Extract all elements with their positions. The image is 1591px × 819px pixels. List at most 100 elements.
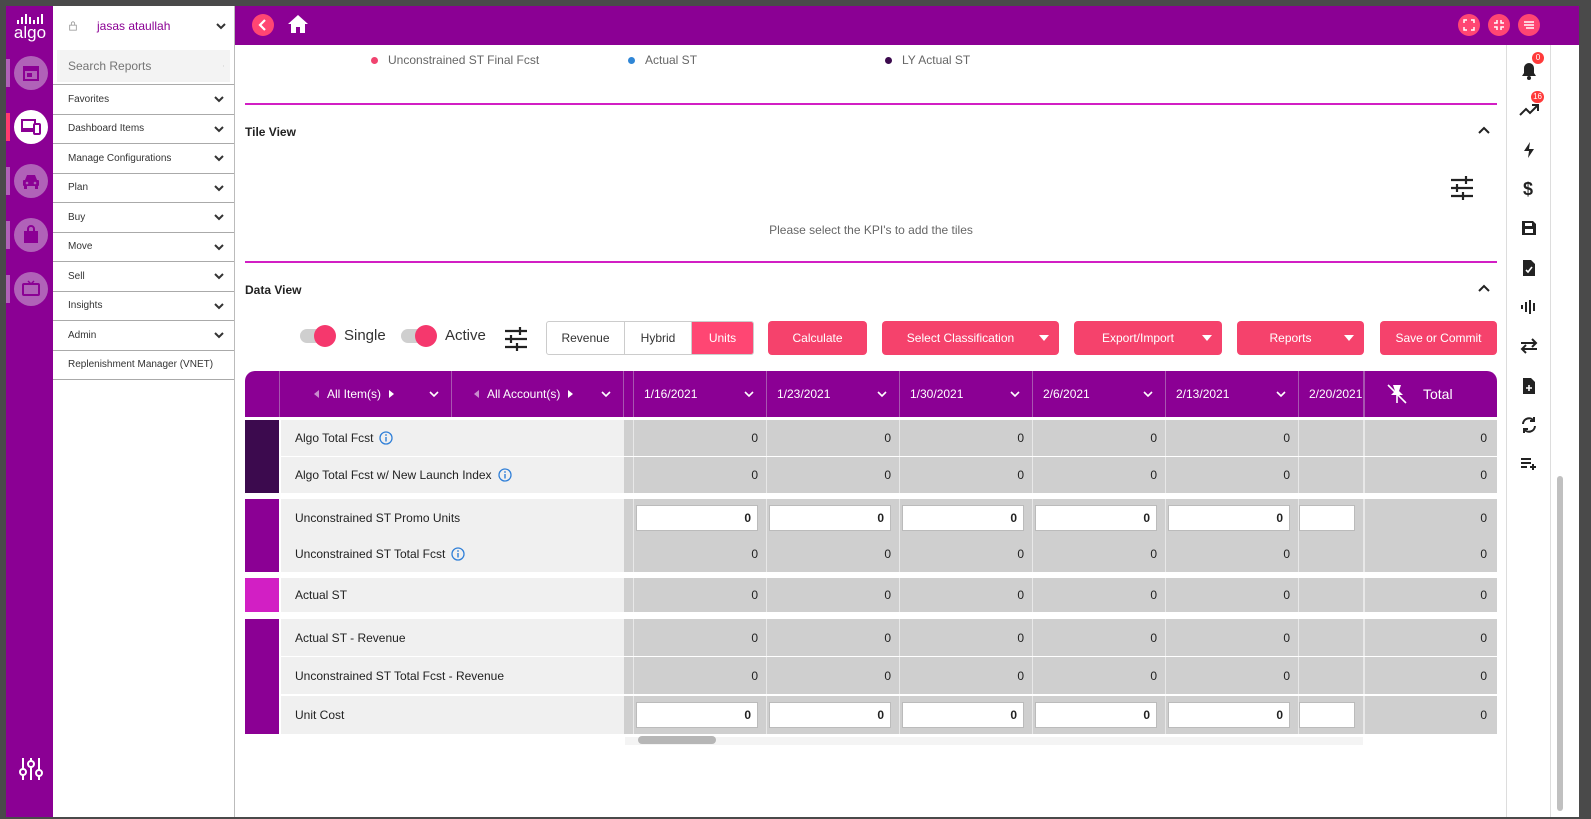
sidebar-item-manage-configurations[interactable]: Manage Configurations	[53, 144, 234, 174]
active-toggle[interactable]: Active	[401, 324, 486, 347]
menu-button[interactable]	[1518, 14, 1540, 36]
value-input[interactable]: 0	[769, 505, 891, 531]
search-icon[interactable]	[223, 57, 224, 75]
chevron-down-icon[interactable]	[429, 390, 439, 398]
document-check-button[interactable]	[1516, 255, 1542, 281]
transfer-button[interactable]	[1516, 333, 1542, 359]
horizontal-scroll-track[interactable]	[625, 737, 1363, 745]
value-input[interactable]: 0	[902, 505, 1024, 531]
add-document-button[interactable]	[1516, 373, 1542, 399]
rail-devices-button[interactable]	[14, 110, 48, 144]
account-dimension-header[interactable]: All Account(s)	[452, 371, 624, 417]
settings-sliders-icon[interactable]	[18, 756, 44, 782]
info-icon[interactable]	[451, 547, 465, 561]
select-classification-button[interactable]: Select Classification	[882, 321, 1059, 355]
horizontal-scroll-thumb[interactable]	[638, 736, 716, 744]
vertical-scroll-thumb[interactable]	[1557, 476, 1563, 811]
tab-hybrid[interactable]: Hybrid	[625, 322, 692, 354]
sidebar-item-admin[interactable]: Admin	[53, 321, 234, 351]
sidebar-item-favorites[interactable]: Favorites	[53, 85, 234, 115]
audio-button[interactable]	[1516, 294, 1542, 320]
editable-value-cell[interactable]: 0	[634, 499, 767, 537]
chevron-down-icon[interactable]	[1143, 390, 1153, 398]
value-input[interactable]: 0	[902, 702, 1024, 728]
info-icon[interactable]	[497, 468, 512, 482]
sidebar-item-insights[interactable]: Insights	[53, 292, 234, 321]
tab-revenue[interactable]: Revenue	[547, 322, 625, 354]
single-toggle[interactable]: Single	[300, 324, 386, 347]
editable-value-cell[interactable]: 0	[634, 696, 767, 734]
save-commit-button[interactable]: Save or Commit	[1380, 321, 1497, 355]
chevron-up-icon[interactable]	[1477, 283, 1491, 293]
sidebar-item-buy[interactable]: Buy	[53, 203, 234, 233]
sidebar-item-move[interactable]: Move	[53, 233, 234, 262]
sidebar-item-plan[interactable]: Plan	[53, 174, 234, 203]
editable-value-cell[interactable]: 0	[1033, 696, 1166, 734]
value-input[interactable]: 0	[769, 702, 891, 728]
date-column-header[interactable]: 1/16/2021	[634, 371, 767, 417]
editable-value-cell[interactable]: 0	[767, 499, 900, 537]
collapse-button[interactable]	[1488, 14, 1510, 36]
value-input[interactable]	[1299, 702, 1355, 728]
editable-value-cell[interactable]: 0	[1166, 696, 1299, 734]
value-input[interactable]: 0	[1168, 505, 1290, 531]
rail-store-button[interactable]	[14, 56, 48, 90]
calculate-button[interactable]: Calculate	[768, 321, 867, 355]
prev-arrow-icon[interactable]	[314, 390, 319, 398]
chevron-down-icon[interactable]	[1010, 390, 1020, 398]
sidebar-item-dashboard-items[interactable]: Dashboard Items	[53, 115, 234, 144]
info-icon[interactable]	[379, 431, 394, 445]
pricing-button[interactable]: $	[1516, 176, 1542, 202]
search-input[interactable]	[68, 59, 223, 73]
value-input[interactable]: 0	[636, 505, 758, 531]
next-arrow-icon[interactable]	[389, 390, 394, 398]
playlist-add-button[interactable]	[1516, 451, 1542, 477]
value-input[interactable]: 0	[636, 702, 758, 728]
algo-logo[interactable]: algo	[10, 14, 50, 41]
tune-settings-icon[interactable]	[1449, 175, 1475, 201]
value-input[interactable]: 0	[1168, 702, 1290, 728]
editable-value-cell[interactable]	[1299, 499, 1364, 537]
date-column-header[interactable]: 1/30/2021	[900, 371, 1033, 417]
editable-value-cell[interactable]: 0	[900, 696, 1033, 734]
date-column-header[interactable]: 2/20/2021	[1299, 371, 1364, 417]
date-column-header[interactable]: 2/6/2021	[1033, 371, 1166, 417]
expand-button[interactable]	[1458, 14, 1480, 36]
value-input[interactable]: 0	[1035, 505, 1157, 531]
rail-car-button[interactable]	[14, 164, 48, 198]
chevron-down-icon[interactable]	[601, 390, 611, 398]
date-column-header[interactable]: 1/23/2021	[767, 371, 900, 417]
item-dimension-header[interactable]: All Item(s)	[280, 371, 452, 417]
save-document-button[interactable]	[1516, 215, 1542, 241]
sync-button[interactable]	[1516, 412, 1542, 438]
date-column-header[interactable]: 2/13/2021	[1166, 371, 1299, 417]
trends-button[interactable]: 16	[1516, 91, 1544, 123]
back-button[interactable]	[252, 14, 274, 36]
tab-units[interactable]: Units	[692, 322, 753, 354]
editable-value-cell[interactable]: 0	[1033, 499, 1166, 537]
value-input[interactable]: 0	[1035, 702, 1157, 728]
notifications-button[interactable]: 0	[1516, 52, 1544, 84]
sidebar-item-sell[interactable]: Sell	[53, 262, 234, 292]
user-menu[interactable]: jasas ataullah	[53, 6, 234, 46]
editable-value-cell[interactable]: 0	[767, 696, 900, 734]
prev-arrow-icon[interactable]	[474, 390, 479, 398]
rail-bag-button[interactable]	[14, 218, 48, 252]
chevron-up-icon[interactable]	[1477, 125, 1491, 135]
editable-value-cell[interactable]	[1299, 696, 1364, 734]
sidebar-item-replenishment-manager[interactable]: Replenishment Manager (VNET)	[53, 351, 234, 380]
total-header[interactable]: Total	[1364, 371, 1497, 417]
chevron-down-icon[interactable]	[877, 390, 887, 398]
quick-action-button[interactable]	[1516, 137, 1542, 163]
export-import-button[interactable]: Export/Import	[1074, 321, 1222, 355]
pin-off-icon[interactable]	[1385, 382, 1409, 406]
chevron-down-icon[interactable]	[1276, 390, 1286, 398]
rail-tv-button[interactable]	[14, 272, 48, 306]
value-input[interactable]	[1299, 505, 1355, 531]
reports-button[interactable]: Reports	[1237, 321, 1364, 355]
editable-value-cell[interactable]: 0	[1166, 499, 1299, 537]
editable-value-cell[interactable]: 0	[900, 499, 1033, 537]
home-icon[interactable]	[287, 14, 309, 34]
tune-filter-icon[interactable]	[503, 326, 529, 352]
chevron-down-icon[interactable]	[744, 390, 754, 398]
